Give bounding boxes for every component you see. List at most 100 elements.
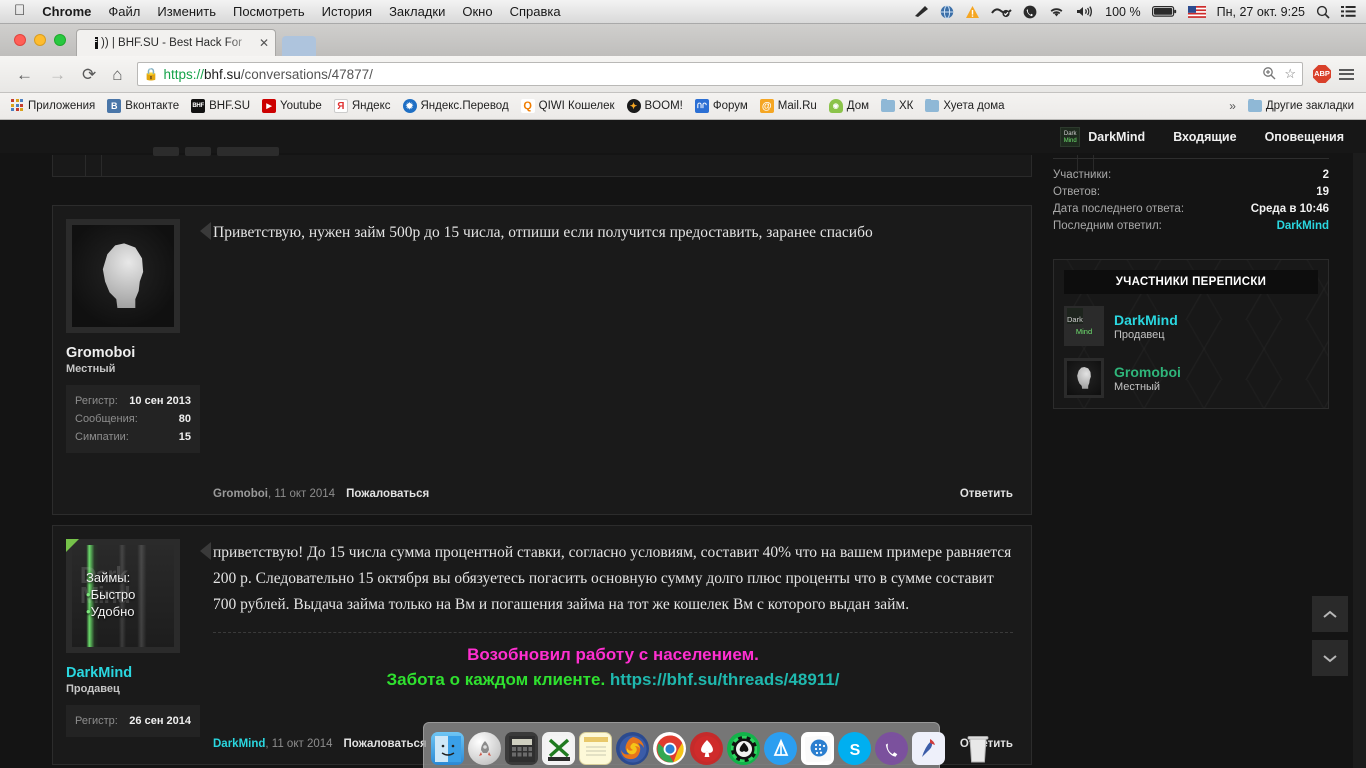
dock-trash-icon[interactable]	[961, 732, 994, 765]
macos-dock: S	[423, 722, 988, 768]
reply-button[interactable]: Ответить	[960, 488, 1013, 500]
battery-icon[interactable]	[1151, 4, 1177, 20]
bookmark-qiwi[interactable]: Q QIWI Кошелек	[515, 93, 621, 119]
footer-username[interactable]: DarkMind	[213, 738, 265, 750]
pen-icon[interactable]	[914, 4, 929, 20]
menubar-clock[interactable]: Пн, 27 окт. 9:25	[1217, 5, 1305, 19]
reload-button[interactable]: ⟳	[82, 66, 96, 83]
dock-keepassx-icon[interactable]	[542, 732, 575, 765]
adblock-plus-icon[interactable]: ABP	[1313, 65, 1331, 83]
globe-icon[interactable]	[940, 4, 954, 20]
menu-chrome[interactable]: Chrome	[42, 4, 91, 19]
viber-icon[interactable]	[1023, 4, 1037, 20]
bookmark-youtube[interactable]: ▶ Youtube	[256, 93, 328, 119]
menu-help[interactable]: Справка	[510, 4, 561, 19]
dock-paint-app-icon[interactable]	[912, 732, 945, 765]
dock-finder-icon[interactable]	[431, 732, 464, 765]
nav-alerts[interactable]: Оповещения	[1265, 130, 1344, 144]
avatar-item-1: Быстро	[86, 586, 136, 603]
bookmark-yandex-translate[interactable]: ✹ Яндекс.Перевод	[397, 93, 515, 119]
bhf-favicon-icon: BHF	[83, 37, 98, 49]
menu-bookmarks[interactable]: Закладки	[389, 4, 445, 19]
bookmark-dom[interactable]: ◉ Дом	[823, 93, 875, 119]
post-message-text: Приветствую, нужен займ 500р до 15 числа…	[213, 224, 873, 241]
dock-app-store-icon[interactable]	[764, 732, 797, 765]
dock-viber-icon[interactable]	[875, 732, 908, 765]
post-username[interactable]: Gromoboi	[66, 345, 200, 361]
new-tab-button[interactable]	[282, 36, 316, 56]
search-icon[interactable]	[1316, 4, 1330, 20]
webpage-content: Dark Mind DarkMind Входящие Оповещения G…	[0, 120, 1366, 768]
stat-key: Сообщения:	[75, 413, 138, 425]
nav-inbox[interactable]: Входящие	[1173, 130, 1236, 144]
avatar[interactable]	[66, 219, 180, 333]
home-button[interactable]: ⌂	[112, 66, 122, 83]
avatar[interactable]: Dark Mind Займы: Быстро Удобно	[66, 539, 180, 653]
footer-username[interactable]: Gromoboi	[213, 488, 268, 500]
participant-title: Местный	[1114, 380, 1161, 393]
screen:  Chrome Файл Изменить Посмотреть Истори…	[0, 0, 1366, 768]
zoom-icon[interactable]	[1262, 66, 1276, 83]
wifi-icon[interactable]	[1048, 4, 1065, 20]
flag-us-icon[interactable]	[1187, 4, 1206, 20]
participant-item[interactable]: Dark Mind DarkMind Продавец	[1064, 306, 1318, 346]
bookmark-other[interactable]: Другие закладки	[1242, 93, 1366, 119]
stat-row: Регистр: 26 сен 2014	[75, 712, 191, 730]
back-button[interactable]: ←	[16, 66, 33, 83]
post-username[interactable]: DarkMind	[66, 665, 200, 681]
stat-key: Последним ответил:	[1053, 220, 1162, 232]
participant-name[interactable]: DarkMind	[1114, 312, 1178, 328]
menu-file[interactable]: Файл	[108, 4, 140, 19]
nav-user-menu[interactable]: Dark Mind DarkMind	[1060, 126, 1145, 147]
browser-tab-active[interactable]: BHF )) | BHF.SU - Best Hack For ✕	[76, 29, 276, 56]
scroll-down-button[interactable]	[1312, 640, 1348, 676]
chrome-menu-button[interactable]	[1339, 68, 1354, 80]
bookmarks-overflow-button[interactable]: »	[1223, 99, 1242, 113]
bookmark-yandex[interactable]: Я Яндекс	[328, 93, 397, 119]
menu-history[interactable]: История	[322, 4, 372, 19]
maximize-window-button[interactable]	[54, 34, 66, 46]
nav-username[interactable]: DarkMind	[1088, 130, 1145, 144]
close-window-button[interactable]	[14, 34, 26, 46]
participant-item[interactable]: Gromoboi Местный	[1064, 358, 1318, 398]
dock-launchpad-icon[interactable]	[468, 732, 501, 765]
bookmark-folder-hueta[interactable]: Хуета дома	[919, 93, 1010, 119]
signature-link[interactable]: https://bhf.su/threads/48911/	[610, 670, 840, 689]
dock-chrome-icon[interactable]	[653, 732, 686, 765]
bookmark-forum[interactable]: ՈՐ Форум	[689, 93, 754, 119]
dock-firefox-icon[interactable]	[616, 732, 649, 765]
stat-value[interactable]: DarkMind	[1277, 218, 1329, 235]
glasses-icon[interactable]	[991, 4, 1012, 20]
list-icon[interactable]	[1341, 4, 1356, 20]
minimize-window-button[interactable]	[34, 34, 46, 46]
volume-icon[interactable]	[1076, 4, 1094, 20]
close-tab-icon[interactable]: ✕	[259, 36, 269, 50]
bookmark-folder-xk[interactable]: ХК	[875, 93, 919, 119]
menu-window[interactable]: Окно	[462, 4, 492, 19]
menu-edit[interactable]: Изменить	[157, 4, 216, 19]
apple-logo-icon[interactable]: 	[14, 3, 25, 18]
stat-row: Дата последнего ответа: Среда в 10:46	[1053, 201, 1329, 218]
warning-icon[interactable]	[965, 4, 980, 20]
bookmark-bhf[interactable]: BHF BHF.SU	[185, 93, 256, 119]
report-button[interactable]: Пожаловаться	[346, 488, 429, 500]
bookmark-boom[interactable]: ✦ BOOM!	[621, 93, 689, 119]
participant-name[interactable]: Gromoboi	[1114, 364, 1181, 380]
dock-notes-icon[interactable]	[579, 732, 612, 765]
dock-calculator-icon[interactable]	[505, 732, 538, 765]
post-date: DarkMind, 11 окт 2014	[213, 738, 333, 750]
bookmark-apps[interactable]: Приложения	[0, 93, 101, 119]
report-button[interactable]: Пожаловаться	[344, 738, 427, 750]
menu-view[interactable]: Посмотреть	[233, 4, 305, 19]
dock-skype-icon[interactable]: S	[838, 732, 871, 765]
dock-pokerstars-icon[interactable]	[690, 732, 723, 765]
bookmark-vk[interactable]: В Вконтакте	[101, 93, 185, 119]
bookmark-star-icon[interactable]: ☆	[1284, 66, 1296, 82]
dock-blue-app-icon[interactable]	[801, 732, 834, 765]
dock-poker-chip-icon[interactable]	[727, 732, 760, 765]
address-bar[interactable]: 🔒 https://bhf.su/conversations/47877/ ☆	[136, 62, 1303, 86]
scroll-up-button[interactable]	[1312, 596, 1348, 632]
page-scrollbar[interactable]	[1353, 153, 1366, 768]
forward-button[interactable]: →	[49, 66, 66, 83]
bookmark-mailru[interactable]: @ Mail.Ru	[754, 93, 823, 119]
